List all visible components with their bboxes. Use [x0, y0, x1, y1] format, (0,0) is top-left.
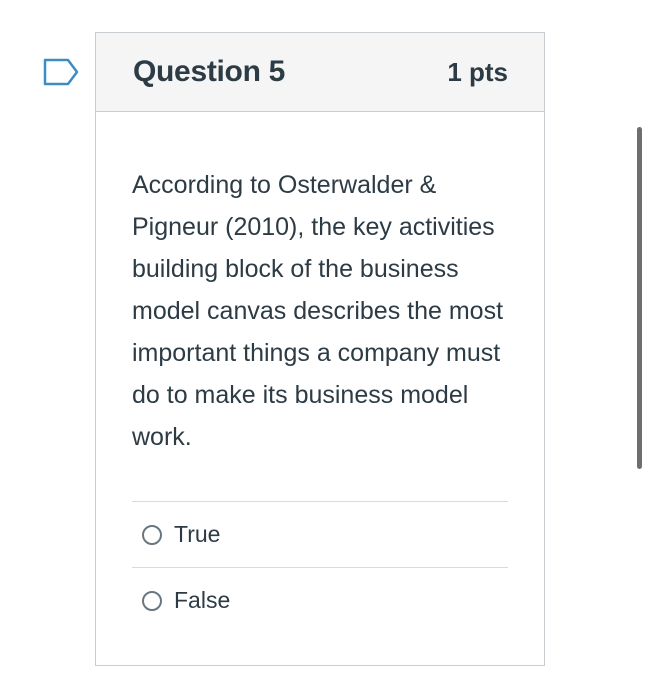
- radio-button-icon[interactable]: [142, 590, 162, 611]
- question-body: According to Osterwalder & Pigneur (2010…: [96, 112, 544, 633]
- radio-button-icon[interactable]: [142, 524, 162, 545]
- question-points: 1 pts: [447, 56, 508, 87]
- flag-question-icon[interactable]: [43, 58, 79, 86]
- answer-label: False: [174, 587, 231, 613]
- question-title: Question 5: [133, 55, 286, 88]
- answer-list: True False: [132, 501, 508, 633]
- answer-option-true[interactable]: True: [132, 502, 508, 568]
- answer-label: True: [174, 521, 221, 547]
- question-card: Question 5 1 pts According to Osterwalde…: [95, 32, 545, 666]
- question-header: Question 5 1 pts: [96, 33, 544, 112]
- answer-option-false[interactable]: False: [132, 568, 508, 633]
- vertical-scrollbar[interactable]: [637, 127, 642, 469]
- quiz-page: Question 5 1 pts According to Osterwalde…: [0, 0, 649, 700]
- question-text: According to Osterwalder & Pigneur (2010…: [132, 171, 504, 451]
